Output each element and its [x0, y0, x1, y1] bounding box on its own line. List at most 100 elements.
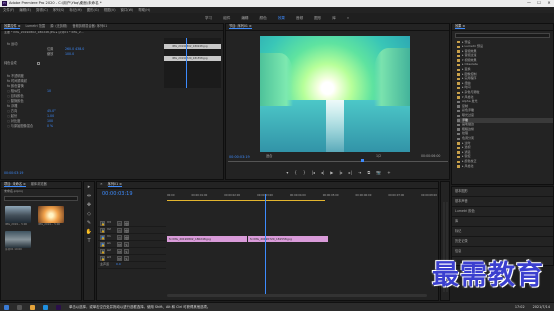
windows-start-icon[interactable] [4, 304, 9, 310]
go-to-out-button[interactable]: ▸| [349, 170, 352, 176]
tab-media-browser[interactable]: 媒体浏览器 [31, 182, 47, 187]
tab-program[interactable]: 节目: 序列01 ≡ [229, 24, 252, 30]
menu-view[interactable]: 视图(V) [104, 8, 116, 12]
add-marker-button[interactable]: ▾ [286, 170, 288, 176]
workspace-more-button[interactable]: » [347, 16, 349, 20]
effects-search-input[interactable] [455, 33, 550, 38]
timeline-scrollbar[interactable] [167, 294, 427, 297]
mini-clip-top[interactable]: IMG_20190802_180248.jpg [164, 44, 221, 49]
tab-lumetri-scopes[interactable]: Lumetri 范围 [25, 24, 45, 29]
track-select-tool-icon[interactable]: ⇹ [86, 193, 93, 200]
minimize-button[interactable]: — [524, 0, 534, 6]
workspace-tab-learn[interactable]: 学习 [205, 16, 212, 20]
menu-file[interactable]: 文件(F) [3, 8, 14, 12]
track-header-v1[interactable]: 🔒 V1 ▭ 👁 [98, 234, 166, 241]
tab-source[interactable]: 源: (无剪辑) [50, 24, 67, 29]
menu-markers[interactable]: 标记(M) [69, 8, 81, 12]
premiere-app-icon: Pr [2, 1, 7, 6]
tab-sequence-01[interactable]: 序列01 ≡ [107, 182, 122, 188]
menu-clip[interactable]: 剪辑(C) [36, 8, 48, 12]
resolution-dropdown[interactable]: 1/2 [376, 154, 381, 159]
tab-effect-controls[interactable]: 效果控件 ≡ [4, 24, 21, 30]
timeline-close-icon[interactable]: ✕ [100, 182, 103, 187]
track-header-a1[interactable]: 🔒 A1 M S [98, 241, 166, 248]
step-back-button[interactable]: ◂| [321, 170, 324, 176]
sidebar-item-lumetri-color[interactable]: Lumetri 颜色 [452, 207, 553, 217]
workspace-tab-assembly[interactable]: 组件 [223, 16, 230, 20]
browser-icon[interactable] [43, 304, 48, 310]
sidebar-item-libraries[interactable]: 库 [452, 217, 553, 227]
timeline-playhead[interactable] [265, 194, 266, 294]
project-panel: 项目: 未命名 ≡ 媒体浏览器 未命名.prproj IMG_2019... 5… [0, 181, 82, 301]
play-button[interactable]: ▶ [330, 170, 333, 176]
fit-dropdown[interactable]: 适合 [266, 154, 272, 159]
workspace-tab-audio[interactable]: 音频 [296, 16, 303, 20]
step-forward-button[interactable]: |▸ [339, 170, 342, 176]
sidebar-item-essential-graphics[interactable]: 基本图形 [452, 187, 553, 197]
close-button[interactable]: ✕ [544, 0, 554, 6]
sidebar-item-history[interactable]: 历史记录 [452, 237, 553, 247]
mark-out-button[interactable]: } [303, 170, 306, 176]
composite-checkbox[interactable] [36, 62, 40, 65]
menu-graphics[interactable]: 图形(G) [87, 8, 99, 12]
sidebar-item-essential-sound[interactable]: 基本声音 [452, 197, 553, 207]
lift-button[interactable]: ⇥ [358, 170, 361, 176]
timeline-clip-2[interactable]: fx IMG_20190720_181558.jpg [248, 236, 328, 242]
effect-controls-timecode[interactable]: 00:00:03:19 [4, 171, 23, 176]
mini-clip-bottom[interactable]: IMG_20190720_181558.jpg [164, 56, 221, 61]
timeline-clip-1[interactable]: fx IMG_20190802_180248.jpg [167, 236, 247, 242]
track-header-v3[interactable]: 🔒 V3 ▭ 👁 [98, 220, 166, 227]
track-header-v2[interactable]: 🔒 V2 ▭ 👁 [98, 227, 166, 234]
button-editor-button[interactable]: + [387, 170, 390, 176]
effects-tree: ▸ 预设 ▸ Lumetri 预设 ▸ 音频效果 ▸ 音频过渡 ▾ 视频效果 ▸… [452, 40, 553, 169]
sidebar-item-info[interactable]: 信息 [452, 247, 553, 257]
trees-left [260, 53, 293, 106]
track-header-master[interactable]: 主声道 0.0 [98, 262, 166, 269]
workspace-tab-libraries[interactable]: 库 [332, 16, 336, 20]
timeline-panel: ✕ 序列01 ≡ 00:00:03:19 00:00 00:00:01:00 00:… [96, 181, 439, 301]
program-video-frame[interactable] [260, 36, 410, 152]
sidebar-item-markers[interactable]: 标记 [452, 227, 553, 237]
tab-effects[interactable]: 效果 ≡ [455, 24, 466, 30]
menu-help[interactable]: 帮助(H) [138, 8, 150, 12]
extract-button[interactable]: ⧉ [367, 170, 370, 176]
track-header-a3[interactable]: 🔒 A3 M S [98, 255, 166, 262]
work-area-bar[interactable] [167, 200, 325, 201]
type-tool-icon[interactable]: T [86, 238, 93, 245]
program-scrubber[interactable] [228, 161, 448, 162]
menu-sequence[interactable]: 序列(S) [53, 8, 65, 12]
premiere-taskbar-icon[interactable] [56, 304, 61, 310]
workspace-tab-effects[interactable]: 效果 [278, 16, 285, 20]
workspace-tab-color[interactable]: 颜色 [260, 16, 267, 20]
menu-edit[interactable]: 编辑(E) [19, 8, 31, 12]
export-frame-icon[interactable]: 📷 [376, 170, 381, 176]
project-item[interactable]: IMG_2019... 5:00 [38, 205, 66, 226]
timeline-ruler[interactable]: 00:0000:00:01:0000:00:02:0000:00:03:0000… [167, 194, 437, 199]
workspace-bar: 学习 组件 编辑 颜色 效果 音频 图形 库 » [0, 13, 554, 23]
pen-tool-icon[interactable]: ✎ [86, 220, 93, 227]
mark-in-button[interactable]: { [294, 170, 297, 176]
tab-project[interactable]: 项目: 未命名 ≡ [4, 182, 26, 188]
file-explorer-icon[interactable] [30, 304, 35, 310]
selection-tool-icon[interactable]: ▸ [86, 184, 93, 191]
timeline-timecode[interactable]: 00:00:03:19 [102, 191, 133, 197]
ripple-edit-tool-icon[interactable]: ✥ [86, 202, 93, 209]
hand-tool-icon[interactable]: ✋ [86, 229, 93, 236]
razor-tool-icon[interactable]: ◇ [86, 211, 93, 218]
go-to-in-button[interactable]: |◂ [312, 170, 315, 176]
effects-tree-item[interactable]: ▸ 风格化 [457, 164, 553, 169]
mini-playhead[interactable] [186, 38, 187, 88]
project-item[interactable]: IMG_2019... 5:00 [5, 205, 33, 226]
maximize-button[interactable]: ☐ [534, 0, 544, 6]
menu-window[interactable]: 窗口(W) [121, 8, 134, 12]
workspace-tab-graphics[interactable]: 图形 [314, 16, 321, 20]
project-item[interactable]: 序列01 10:00 [5, 230, 33, 251]
effect-row[interactable]: ◌ 与原始图像混合 0 % [1, 124, 223, 129]
project-search-input[interactable] [4, 195, 78, 201]
workspace-tab-editing[interactable]: 编辑 [241, 16, 248, 20]
program-timecode[interactable]: 00:00:03:19 [229, 155, 250, 159]
tab-audio-clip-mixer[interactable]: 音频剪辑混合器: 序列01 [72, 24, 107, 29]
search-icon[interactable] [17, 304, 22, 310]
program-playhead[interactable] [361, 159, 364, 162]
track-header-a2[interactable]: 🔒 A2 M S [98, 248, 166, 255]
